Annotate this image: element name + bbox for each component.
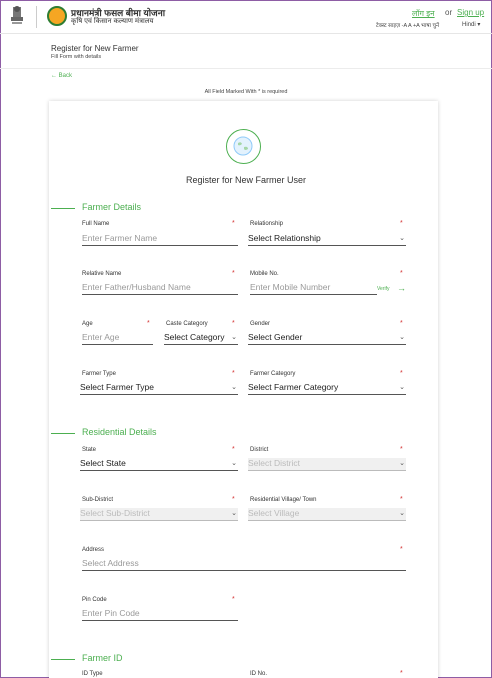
address-input[interactable]: Select Address: [82, 558, 406, 571]
id-type-label: ID Type: [82, 671, 103, 677]
required-star: *: [232, 596, 235, 603]
arrow-right-icon[interactable]: →: [397, 283, 406, 293]
full-name-label: Full Name: [82, 221, 110, 227]
section-residential-details: Residential Details: [82, 427, 157, 437]
required-star: *: [232, 446, 235, 453]
section-line: [51, 208, 75, 209]
section-line: [51, 433, 75, 434]
pin-code-input[interactable]: Enter Pin Code: [82, 608, 238, 621]
district-label: District: [250, 447, 269, 453]
language-select[interactable]: Hindi ▾: [462, 21, 480, 28]
age-input[interactable]: Enter Age: [82, 332, 153, 345]
required-star: *: [400, 270, 403, 277]
gender-label: Gender: [250, 321, 271, 327]
village-select[interactable]: Select Village ⌄: [248, 508, 406, 521]
required-star: *: [400, 496, 403, 503]
farmer-type-select[interactable]: Select Farmer Type ⌄: [80, 382, 238, 395]
back-link[interactable]: ← Back: [51, 73, 72, 79]
section-farmer-details: Farmer Details: [82, 202, 142, 212]
full-name-input[interactable]: Enter Farmer Name: [82, 233, 238, 246]
required-star: *: [400, 546, 403, 553]
chevron-down-icon: ⌄: [399, 334, 405, 341]
section-farmer-id: Farmer ID: [82, 653, 123, 663]
state-label: State: [82, 447, 97, 453]
required-star: *: [232, 220, 235, 227]
required-star: *: [147, 320, 150, 327]
chevron-down-icon: ⌄: [399, 510, 405, 517]
chevron-down-icon: ⌄: [231, 460, 237, 467]
card-title: Register for New Farmer User: [185, 175, 307, 185]
state-select[interactable]: Select State ⌄: [80, 458, 238, 471]
page-subtitle: Fill Form with details: [51, 54, 102, 60]
mobile-input[interactable]: Enter Mobile Number: [250, 282, 377, 295]
required-star: *: [400, 370, 403, 377]
ministry-hindi-subtitle: कृषि एवं किसान कल्याण मंत्रालय: [71, 18, 154, 25]
sub-district-select[interactable]: Select Sub-District ⌄: [80, 508, 238, 521]
address-label: Address: [82, 547, 105, 553]
required-star: *: [400, 446, 403, 453]
text-size-controls[interactable]: टेक्स्ट साइज़ -A A +A भाषा चुनें: [376, 21, 439, 29]
verify-link[interactable]: Verify: [377, 286, 390, 292]
relative-name-label: Relative Name: [82, 271, 122, 277]
farmer-category-label: Farmer Category: [250, 371, 296, 377]
page-title: Register for New Farmer: [51, 44, 139, 53]
village-label: Residential Village/ Town: [250, 497, 317, 503]
chevron-down-icon: ⌄: [399, 235, 405, 242]
required-star: *: [232, 496, 235, 503]
caste-category-select[interactable]: Select Category ⌄: [164, 332, 238, 345]
signup-link[interactable]: Sign up: [457, 8, 484, 17]
login-link[interactable]: लॉग इन: [412, 8, 435, 19]
mobile-label: Mobile No.: [250, 271, 279, 277]
sub-district-label: Sub-District: [82, 497, 114, 503]
id-no-label: ID No.: [250, 671, 268, 677]
relationship-select[interactable]: Select Relationship ⌄: [248, 233, 406, 246]
farmer-category-select[interactable]: Select Farmer Category ⌄: [248, 382, 406, 395]
required-star: *: [232, 320, 235, 327]
age-label: Age: [82, 321, 93, 327]
or-text: or: [445, 8, 453, 17]
pmfby-logo-icon: [47, 6, 67, 26]
required-star: *: [400, 220, 403, 227]
relationship-label: Relationship: [250, 221, 284, 227]
pin-code-label: Pin Code: [82, 597, 107, 603]
caste-category-label: Caste Category: [166, 321, 208, 327]
gender-select[interactable]: Select Gender ⌄: [248, 332, 406, 345]
required-star: *: [400, 670, 403, 677]
section-line: [51, 659, 75, 660]
chevron-down-icon: ⌄: [231, 384, 237, 391]
globe-icon: [226, 129, 261, 164]
chevron-down-icon: ⌄: [399, 384, 405, 391]
divider: [0, 68, 492, 69]
required-star: *: [400, 320, 403, 327]
chevron-down-icon: ⌄: [231, 334, 237, 341]
relative-name-input[interactable]: Enter Father/Husband Name: [82, 282, 238, 295]
district-select[interactable]: Select District ⌄: [248, 458, 406, 471]
required-star: *: [232, 370, 235, 377]
national-emblem-icon: [11, 6, 23, 24]
farmer-type-label: Farmer Type: [82, 371, 116, 377]
required-note: All Field Marked With * is required: [204, 89, 288, 95]
top-header: प्रधानमंत्री फसल बीमा योजना कृषि एवं किस…: [0, 0, 492, 34]
chevron-down-icon: ⌄: [231, 510, 237, 517]
required-star: *: [232, 270, 235, 277]
header-divider: [36, 6, 37, 28]
chevron-down-icon: ⌄: [399, 460, 405, 467]
